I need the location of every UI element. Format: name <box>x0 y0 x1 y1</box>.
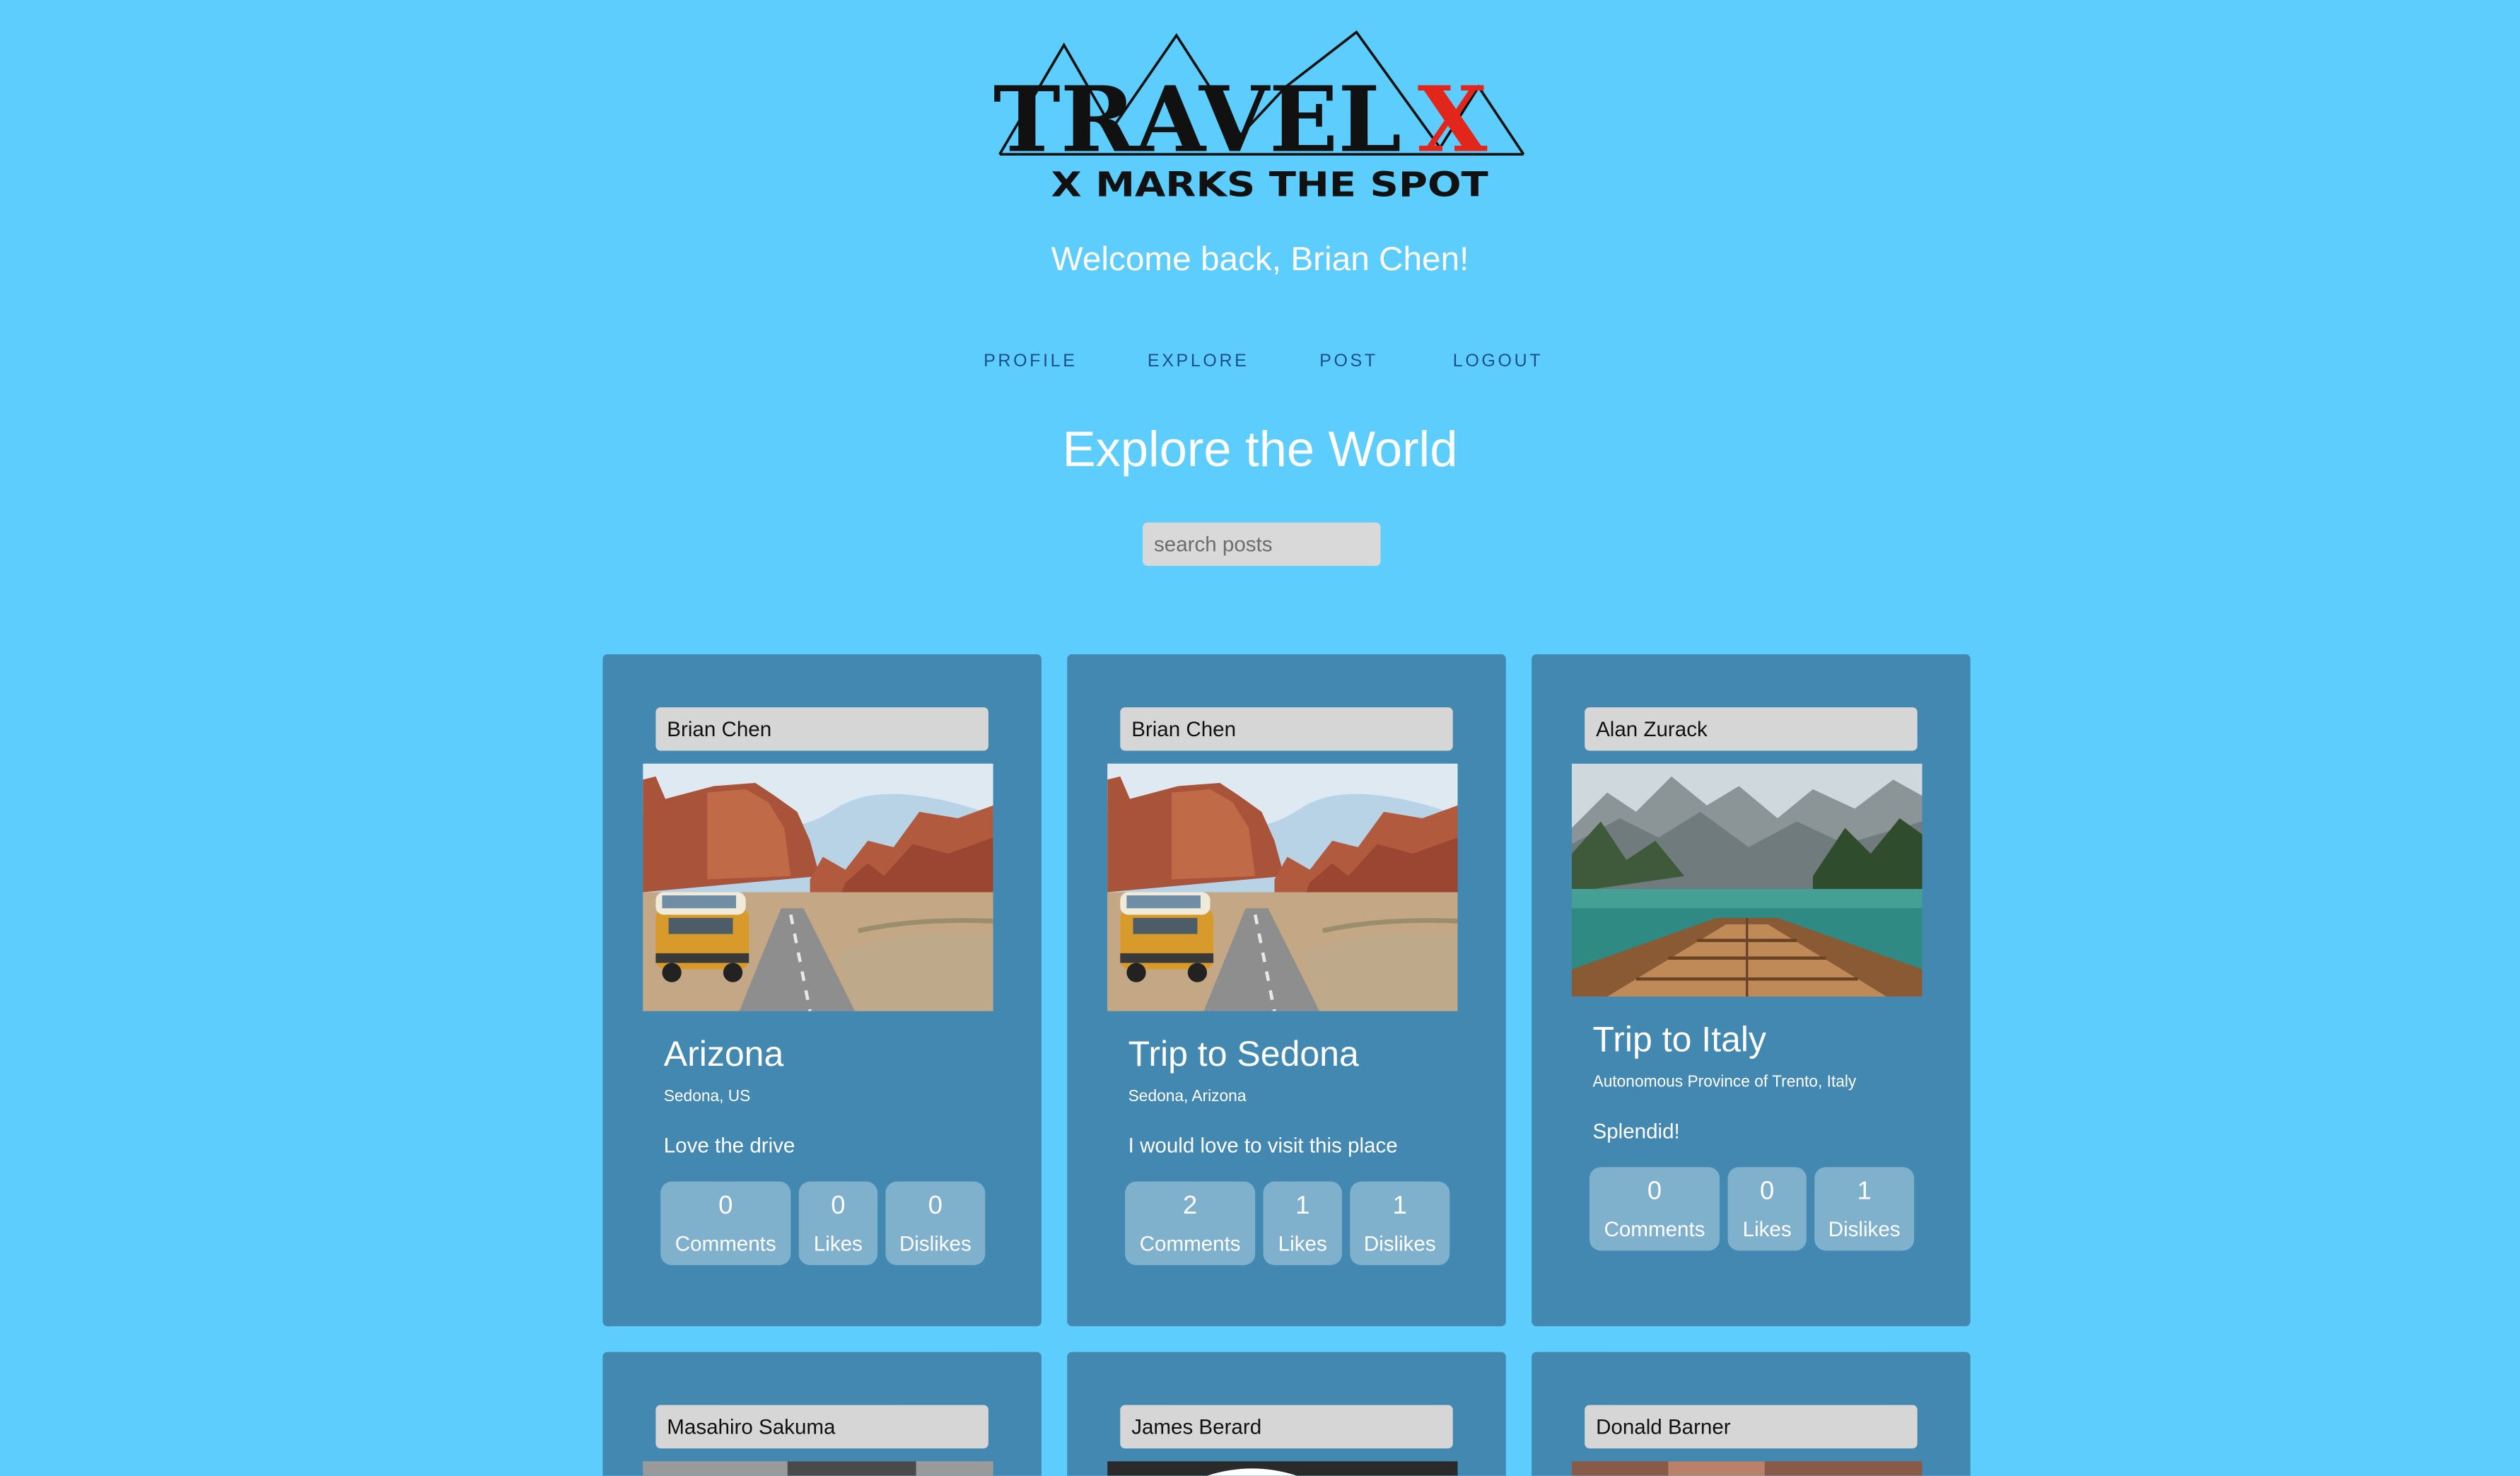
post-location: Autonomous Province of Trento, Italy <box>1592 1074 1857 1092</box>
van <box>1120 892 1214 982</box>
post-title: Arizona <box>663 1033 784 1074</box>
likes-button[interactable]: 0 Likes <box>798 1181 878 1265</box>
comments-button[interactable]: 2 Comments <box>1125 1181 1256 1265</box>
post-author: Brian Chen <box>1120 707 1453 751</box>
dislikes-label: Dislikes <box>1363 1231 1436 1256</box>
post-photo-mountain-lake <box>1571 763 1923 997</box>
post-description: Love the drive <box>663 1133 795 1158</box>
likes-button[interactable]: 1 Likes <box>1263 1181 1342 1265</box>
travelx-logo: TRAVEL X X MARKS THE SPOT <box>987 23 1534 212</box>
likes-label: Likes <box>1278 1231 1327 1256</box>
dislikes-count: 1 <box>1857 1178 1872 1206</box>
post-author: Masahiro Sakuma <box>655 1405 988 1448</box>
post-description: I would love to visit this place <box>1128 1133 1398 1158</box>
dislikes-button[interactable]: 1 Dislikes <box>1350 1181 1450 1265</box>
dislikes-button[interactable]: 0 Dislikes <box>885 1181 986 1265</box>
post-photo <box>643 1461 993 1476</box>
post-card: Masahiro Sakuma <box>602 1352 1042 1476</box>
logo-tagline: X MARKS THE SPOT <box>1051 165 1489 204</box>
post-card: Brian Chen <box>602 654 1042 1327</box>
likes-count: 0 <box>1760 1178 1775 1206</box>
nav-post[interactable]: POST <box>1319 352 1378 371</box>
post-title: Trip to Italy <box>1592 1019 1767 1059</box>
post-photo-desert-road <box>643 763 993 1011</box>
main-nav: PROFILE EXPLORE POST LOGOUT <box>0 352 2520 375</box>
post-author: Brian Chen <box>655 707 988 751</box>
post-card: Brian Chen <box>1067 654 1506 1327</box>
nav-profile[interactable]: PROFILE <box>984 352 1077 371</box>
comments-label: Comments <box>1604 1216 1705 1241</box>
welcome-message: Welcome back, Brian Chen! <box>1051 240 1469 279</box>
dislikes-count: 0 <box>928 1192 943 1221</box>
post-photo <box>1107 1461 1458 1476</box>
post-card: Alan Zurack Trip to Italy Autonomous Pro… <box>1532 654 1971 1327</box>
post-author: James Berard <box>1120 1405 1453 1448</box>
post-author: Donald Barner <box>1585 1405 1918 1448</box>
van <box>655 892 749 982</box>
logo-x: X <box>1418 67 1488 173</box>
search-input[interactable] <box>1143 522 1381 566</box>
page-title: Explore the World <box>1062 421 1458 478</box>
nav-explore[interactable]: EXPLORE <box>1148 352 1249 371</box>
comments-button[interactable]: 0 Comments <box>1589 1167 1720 1251</box>
post-title: Trip to Sedona <box>1128 1033 1359 1074</box>
likes-label: Likes <box>813 1231 863 1256</box>
post-location: Sedona, US <box>663 1088 751 1106</box>
dislikes-label: Dislikes <box>1828 1216 1901 1241</box>
likes-count: 0 <box>831 1192 846 1221</box>
post-photo-desert-road <box>1107 763 1458 1011</box>
post-description: Splendid! <box>1592 1119 1680 1144</box>
comments-button[interactable]: 0 Comments <box>660 1181 791 1265</box>
likes-count: 1 <box>1295 1192 1310 1221</box>
comments-label: Comments <box>1139 1231 1241 1256</box>
post-author: Alan Zurack <box>1585 707 1918 751</box>
likes-button[interactable]: 0 Likes <box>1727 1167 1807 1251</box>
comments-count: 0 <box>1647 1178 1662 1206</box>
post-card: James Berard <box>1067 1352 1506 1476</box>
likes-label: Likes <box>1742 1216 1792 1241</box>
nav-logout[interactable]: LOGOUT <box>1453 352 1543 371</box>
dislikes-button[interactable]: 1 Dislikes <box>1814 1167 1915 1251</box>
comments-label: Comments <box>675 1231 776 1256</box>
post-photo <box>1571 1461 1923 1476</box>
logo-wordmark: TRAVEL <box>993 67 1401 173</box>
dislikes-count: 1 <box>1392 1192 1407 1221</box>
comments-count: 2 <box>1183 1192 1198 1221</box>
dislikes-label: Dislikes <box>899 1231 972 1256</box>
post-card: Donald Barner <box>1532 1352 1971 1476</box>
comments-count: 0 <box>718 1192 733 1221</box>
post-location: Sedona, Arizona <box>1128 1088 1247 1106</box>
